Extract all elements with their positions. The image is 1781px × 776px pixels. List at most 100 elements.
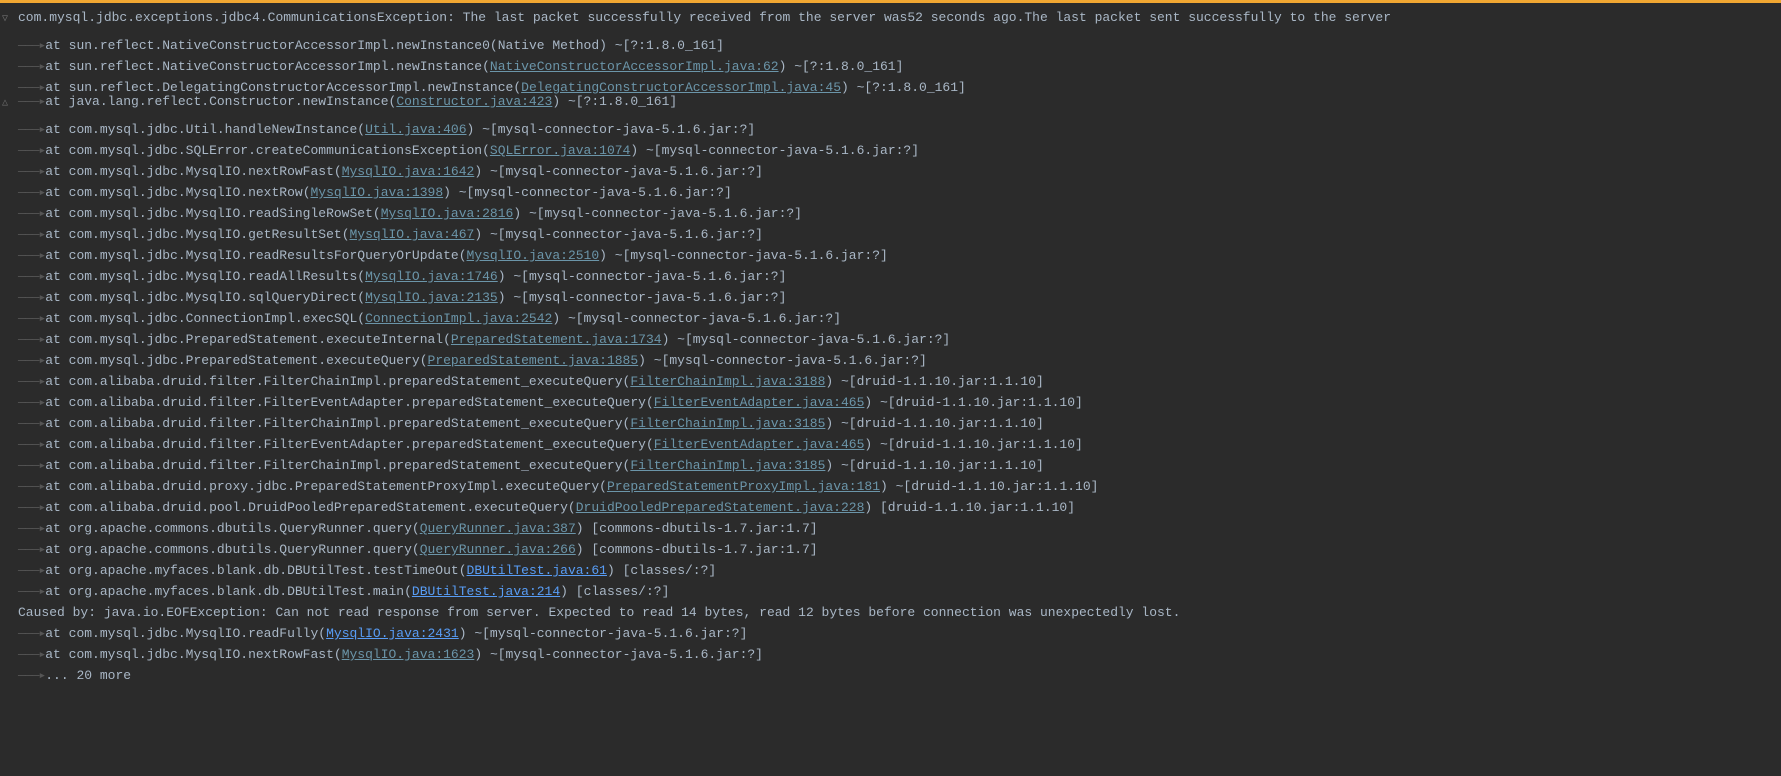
frame-at: at xyxy=(45,584,68,599)
frame-at: at xyxy=(45,59,68,74)
paren-close: ) xyxy=(599,38,607,53)
source-link[interactable]: FilterEventAdapter.java:465 xyxy=(654,395,865,410)
fold-icon-down[interactable]: ▽ xyxy=(0,9,18,30)
frame-at: at xyxy=(45,563,68,578)
source-link[interactable]: MysqlIO.java:2816 xyxy=(381,206,514,221)
source-link[interactable]: DruidPooledPreparedStatement.java:228 xyxy=(576,500,865,515)
source-link[interactable]: FilterChainImpl.java:3188 xyxy=(630,374,825,389)
paren-open: ( xyxy=(412,521,420,536)
indent-marker: ———▸ xyxy=(18,91,45,112)
paren-open: ( xyxy=(373,206,381,221)
paren-close: ) xyxy=(560,584,568,599)
frame-jar: [commons-dbutils-1.7.jar:1.7] xyxy=(584,521,818,536)
source-link[interactable]: FilterEventAdapter.java:465 xyxy=(654,437,865,452)
frame-method: com.mysql.jdbc.MysqlIO.nextRowFast xyxy=(69,647,334,662)
gutter-empty xyxy=(0,175,18,196)
frame-at: at xyxy=(45,122,68,137)
gutter-empty xyxy=(0,448,18,469)
gutter-empty xyxy=(0,133,18,154)
source-link[interactable]: SQLError.java:1074 xyxy=(490,143,630,158)
frame-at: at xyxy=(45,94,68,109)
source-link[interactable]: PreparedStatementProxyImpl.java:181 xyxy=(607,479,880,494)
gutter-empty xyxy=(0,238,18,259)
indent-marker: ———▸ xyxy=(18,350,45,371)
indent-marker: ———▸ xyxy=(18,665,45,686)
gutter-empty xyxy=(0,637,18,658)
source-link[interactable]: FilterChainImpl.java:3185 xyxy=(630,416,825,431)
paren-open: ( xyxy=(490,38,498,53)
source-link[interactable]: MysqlIO.java:2510 xyxy=(467,248,600,263)
source-link[interactable]: MysqlIO.java:2431 xyxy=(326,626,459,641)
source-link[interactable]: PreparedStatement.java:1734 xyxy=(451,332,662,347)
gutter-empty xyxy=(0,70,18,91)
indent-marker: ———▸ xyxy=(18,161,45,182)
frame-jar: ~[mysql-connector-java-5.1.6.jar:?] xyxy=(506,290,787,305)
frame-method: com.mysql.jdbc.MysqlIO.readAllResults xyxy=(69,269,358,284)
source-link[interactable]: MysqlIO.java:1746 xyxy=(365,269,498,284)
more-frames-text: ... 20 more xyxy=(45,668,131,683)
frame-at: at xyxy=(45,269,68,284)
source-link[interactable]: NativeConstructorAccessorImpl.java:62 xyxy=(490,59,779,74)
paren-close: ) xyxy=(880,479,888,494)
source-link[interactable]: PreparedStatement.java:1885 xyxy=(428,353,639,368)
frame-at: at xyxy=(45,395,68,410)
source-link[interactable]: FilterChainImpl.java:3185 xyxy=(630,458,825,473)
caused-by-label: Caused by: xyxy=(18,605,104,620)
frame-jar: ~[druid-1.1.10.jar:1.1.10] xyxy=(872,437,1083,452)
caused-by-message: : Can not read response from server. Exp… xyxy=(260,605,1181,620)
source-link[interactable]: QueryRunner.java:387 xyxy=(420,521,576,536)
frame-at: at xyxy=(45,164,68,179)
frame-at: at xyxy=(45,542,68,557)
gutter-empty xyxy=(0,595,18,616)
gutter-empty xyxy=(0,49,18,70)
source-link[interactable]: Constructor.java:423 xyxy=(396,94,552,109)
frame-method: com.alibaba.druid.pool.DruidPooledPrepar… xyxy=(69,500,568,515)
frame-at: at xyxy=(45,521,68,536)
source-link[interactable]: Util.java:406 xyxy=(365,122,466,137)
indent-marker: ———▸ xyxy=(18,203,45,224)
paren-open: ( xyxy=(303,185,311,200)
fold-icon[interactable]: △ xyxy=(0,93,18,114)
source-link[interactable]: DBUtilTest.java:214 xyxy=(412,584,560,599)
frame-method: com.mysql.jdbc.PreparedStatement.execute… xyxy=(69,332,443,347)
frame-at: at xyxy=(45,353,68,368)
frame-method: com.alibaba.druid.filter.FilterEventAdap… xyxy=(69,395,646,410)
frame-jar: ~[?:1.8.0_161] xyxy=(786,59,903,74)
indent-marker: ———▸ xyxy=(18,581,45,602)
frame-at: at xyxy=(45,437,68,452)
frame-at: at xyxy=(45,647,68,662)
frame-method: com.mysql.jdbc.MysqlIO.sqlQueryDirect xyxy=(69,290,358,305)
frame-method: com.mysql.jdbc.SQLError.createCommunicat… xyxy=(69,143,482,158)
source-link[interactable]: QueryRunner.java:266 xyxy=(420,542,576,557)
frame-jar: ~[mysql-connector-java-5.1.6.jar:?] xyxy=(646,353,927,368)
stacktrace-frames: ———▸at sun.reflect.NativeConstructorAcce… xyxy=(0,28,1781,595)
gutter-empty xyxy=(0,385,18,406)
gutter-empty xyxy=(0,406,18,427)
frame-method: sun.reflect.NativeConstructorAccessorImp… xyxy=(69,59,482,74)
gutter-empty xyxy=(0,217,18,238)
source-link[interactable]: DBUtilTest.java:61 xyxy=(467,563,607,578)
source-link[interactable]: MysqlIO.java:1642 xyxy=(342,164,475,179)
gutter-empty xyxy=(0,658,18,679)
frame-at: at xyxy=(45,500,68,515)
source-link[interactable]: ConnectionImpl.java:2542 xyxy=(365,311,552,326)
source-link[interactable]: MysqlIO.java:467 xyxy=(350,227,475,242)
frame-method: org.apache.myfaces.blank.db.DBUtilTest.m… xyxy=(69,584,404,599)
frame-method: java.lang.reflect.Constructor.newInstanc… xyxy=(69,94,389,109)
indent-marker: ———▸ xyxy=(18,434,45,455)
source-link[interactable]: MysqlIO.java:1623 xyxy=(342,647,475,662)
frame-method: com.alibaba.druid.proxy.jdbc.PreparedSta… xyxy=(69,479,600,494)
frame-jar: ~[mysql-connector-java-5.1.6.jar:?] xyxy=(482,164,763,179)
frame-jar: ~[druid-1.1.10.jar:1.1.10] xyxy=(833,374,1044,389)
gutter-empty xyxy=(0,301,18,322)
paren-close: ) xyxy=(576,521,584,536)
source-link[interactable]: MysqlIO.java:1398 xyxy=(311,185,444,200)
frame-jar: ~[mysql-connector-java-5.1.6.jar:?] xyxy=(482,647,763,662)
frame-method: com.alibaba.druid.filter.FilterChainImpl… xyxy=(69,416,623,431)
frame-method: com.mysql.jdbc.PreparedStatement.execute… xyxy=(69,353,420,368)
paren-open: ( xyxy=(318,626,326,641)
source-link[interactable]: MysqlIO.java:2135 xyxy=(365,290,498,305)
paren-close: ) xyxy=(552,311,560,326)
stack-frame: ———▸at com.mysql.jdbc.Util.handleNewInst… xyxy=(0,112,1781,133)
frame-at: at xyxy=(45,374,68,389)
